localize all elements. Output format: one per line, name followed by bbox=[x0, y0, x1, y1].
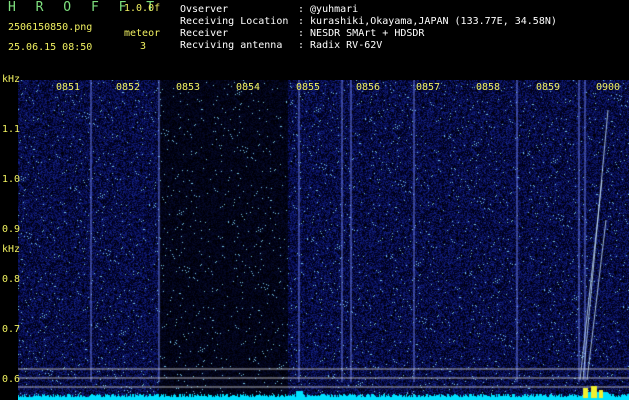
location-value: : kurashiki,Okayama,JAPAN (133.77E, 34.5… bbox=[298, 16, 557, 27]
time-tick-0855: 0855 bbox=[296, 82, 321, 93]
antenna-label: Recviving antenna bbox=[180, 40, 283, 51]
receiver-value: : NESDR SMArt + HDSDR bbox=[298, 28, 425, 39]
freq-tick-0-8: 0.8 bbox=[2, 274, 21, 285]
freq-tick-1-0: 1.0 bbox=[2, 174, 21, 185]
meteor-label: meteor bbox=[124, 28, 161, 39]
file-datetime: 25.06.15 08:50 bbox=[8, 42, 93, 53]
time-tick-0859: 0859 bbox=[536, 82, 561, 93]
time-tick-0857: 0857 bbox=[416, 82, 441, 93]
waterfall-canvas bbox=[18, 80, 629, 400]
time-tick-0852: 0852 bbox=[116, 82, 141, 93]
time-tick-0851: 0851 bbox=[56, 82, 81, 93]
time-tick-0854: 0854 bbox=[236, 82, 261, 93]
freq-tick-0-9: 0.9 bbox=[2, 224, 21, 235]
observer-value: : @yuhmari bbox=[298, 4, 359, 15]
waterfall-plot bbox=[18, 80, 629, 400]
time-tick-0858: 0858 bbox=[476, 82, 501, 93]
freq-tick-0-6: 0.6 bbox=[2, 374, 21, 385]
receiver-label: Receiver bbox=[180, 28, 229, 39]
freq-tick-1-1: 1.1 bbox=[2, 124, 21, 135]
time-tick-0900: 0900 bbox=[596, 82, 621, 93]
freq-tick-0-7: 0.7 bbox=[2, 324, 21, 335]
antenna-value: : Radix RV-62V bbox=[298, 40, 383, 51]
freq-unit-top: kHz bbox=[2, 74, 21, 85]
observer-label: Ovserver bbox=[180, 4, 229, 15]
location-label: Receiving Location bbox=[180, 16, 289, 27]
freq-unit-mid: kHz bbox=[2, 244, 21, 255]
app-version: 1.0.0f bbox=[124, 3, 161, 14]
file-name: 2506150850.png bbox=[8, 22, 93, 33]
time-tick-0853: 0853 bbox=[176, 82, 201, 93]
time-tick-0856: 0856 bbox=[356, 82, 381, 93]
meteor-count: 3 bbox=[140, 41, 147, 52]
